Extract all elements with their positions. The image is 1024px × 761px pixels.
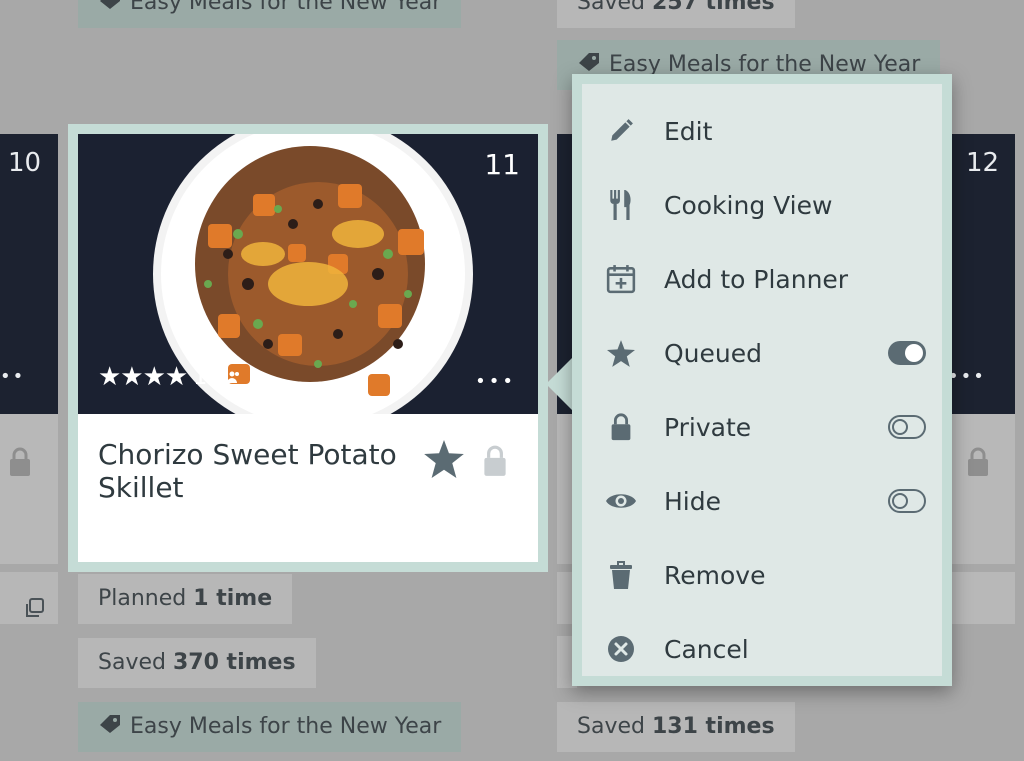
copy-button[interactable] [0,572,58,624]
rating-stars: ★★★★ [98,362,188,392]
menu-item-label: Hide [664,486,721,516]
close-circle-icon [604,632,638,666]
menu-item-cooking-view[interactable]: Cooking View [582,168,942,242]
card-number: 12 [966,148,1000,178]
menu-pointer [546,356,574,412]
more-options-button[interactable]: ••• [475,371,516,392]
lock-icon[interactable] [482,444,508,482]
menu-item-label: Edit [664,116,713,146]
menu-item-cancel[interactable]: Cancel [582,612,942,686]
recipe-card[interactable]: 11 ★★★★ 19 ••• Chorizo Sweet Potato Skil… [68,124,548,572]
star-icon [604,336,638,370]
tag-label: Easy Meals for the New Year [130,0,442,15]
menu-item-hide[interactable]: Hide [582,464,942,538]
tag-label: Easy Meals for the New Year [130,714,442,739]
tag-chip[interactable]: Easy Meals for the New Year [78,0,462,28]
menu-item-label: Private [664,412,752,442]
tag-chip[interactable]: Easy Meals for the New Year [78,702,462,752]
recipe-title[interactable]: Chorizo Sweet Potato Skillet [98,438,398,504]
tag-icon [98,702,122,752]
recipe-card-body[interactable] [0,414,58,564]
trash-icon [604,558,638,592]
menu-item-label: Remove [664,560,766,590]
tag-icon [98,0,122,28]
menu-item-edit[interactable]: Edit [582,94,942,168]
menu-item-queued[interactable]: Queued [582,316,942,390]
pencil-icon [604,114,638,148]
context-menu-list: Edit Cooking View Add to Planner Queued [582,84,942,676]
more-icon[interactable]: ••• [948,366,986,387]
menu-item-label: Queued [664,338,762,368]
menu-item-remove[interactable]: Remove [582,538,942,612]
context-menu: Edit Cooking View Add to Planner Queued [572,74,952,686]
star-icon[interactable] [424,440,464,482]
queued-toggle[interactable] [888,341,926,365]
eye-icon [604,484,638,518]
lock-icon[interactable] [8,446,32,482]
menu-item-label: Cooking View [664,190,833,220]
recipe-photo[interactable]: 11 ★★★★ 19 ••• [78,134,538,414]
saved-count: Saved 370 times [78,638,316,688]
planned-count: Planned 1 time [78,574,293,624]
rating-count: 19 [193,364,222,390]
menu-item-private[interactable]: Private [582,390,942,464]
users-icon [227,365,241,390]
rating: ★★★★ 19 [98,362,241,392]
private-toggle[interactable] [888,415,926,439]
recipe-card-body[interactable]: Chorizo Sweet Potato Skillet [78,414,538,562]
lock-icon [604,410,638,444]
hide-toggle[interactable] [888,489,926,513]
menu-item-add-to-planner[interactable]: Add to Planner [582,242,942,316]
lock-icon[interactable] [966,446,990,482]
more-icon[interactable]: •• [0,366,25,387]
saved-count: Saved 257 times [557,0,795,28]
saved-count: Saved 131 times [557,702,795,752]
calendar-plus-icon [604,262,638,296]
card-number: 11 [484,148,520,181]
menu-item-label: Add to Planner [664,264,849,294]
menu-item-label: Cancel [664,634,749,664]
card-number: 10 [8,148,42,178]
utensils-icon [604,188,638,222]
copy-icon [24,588,46,638]
